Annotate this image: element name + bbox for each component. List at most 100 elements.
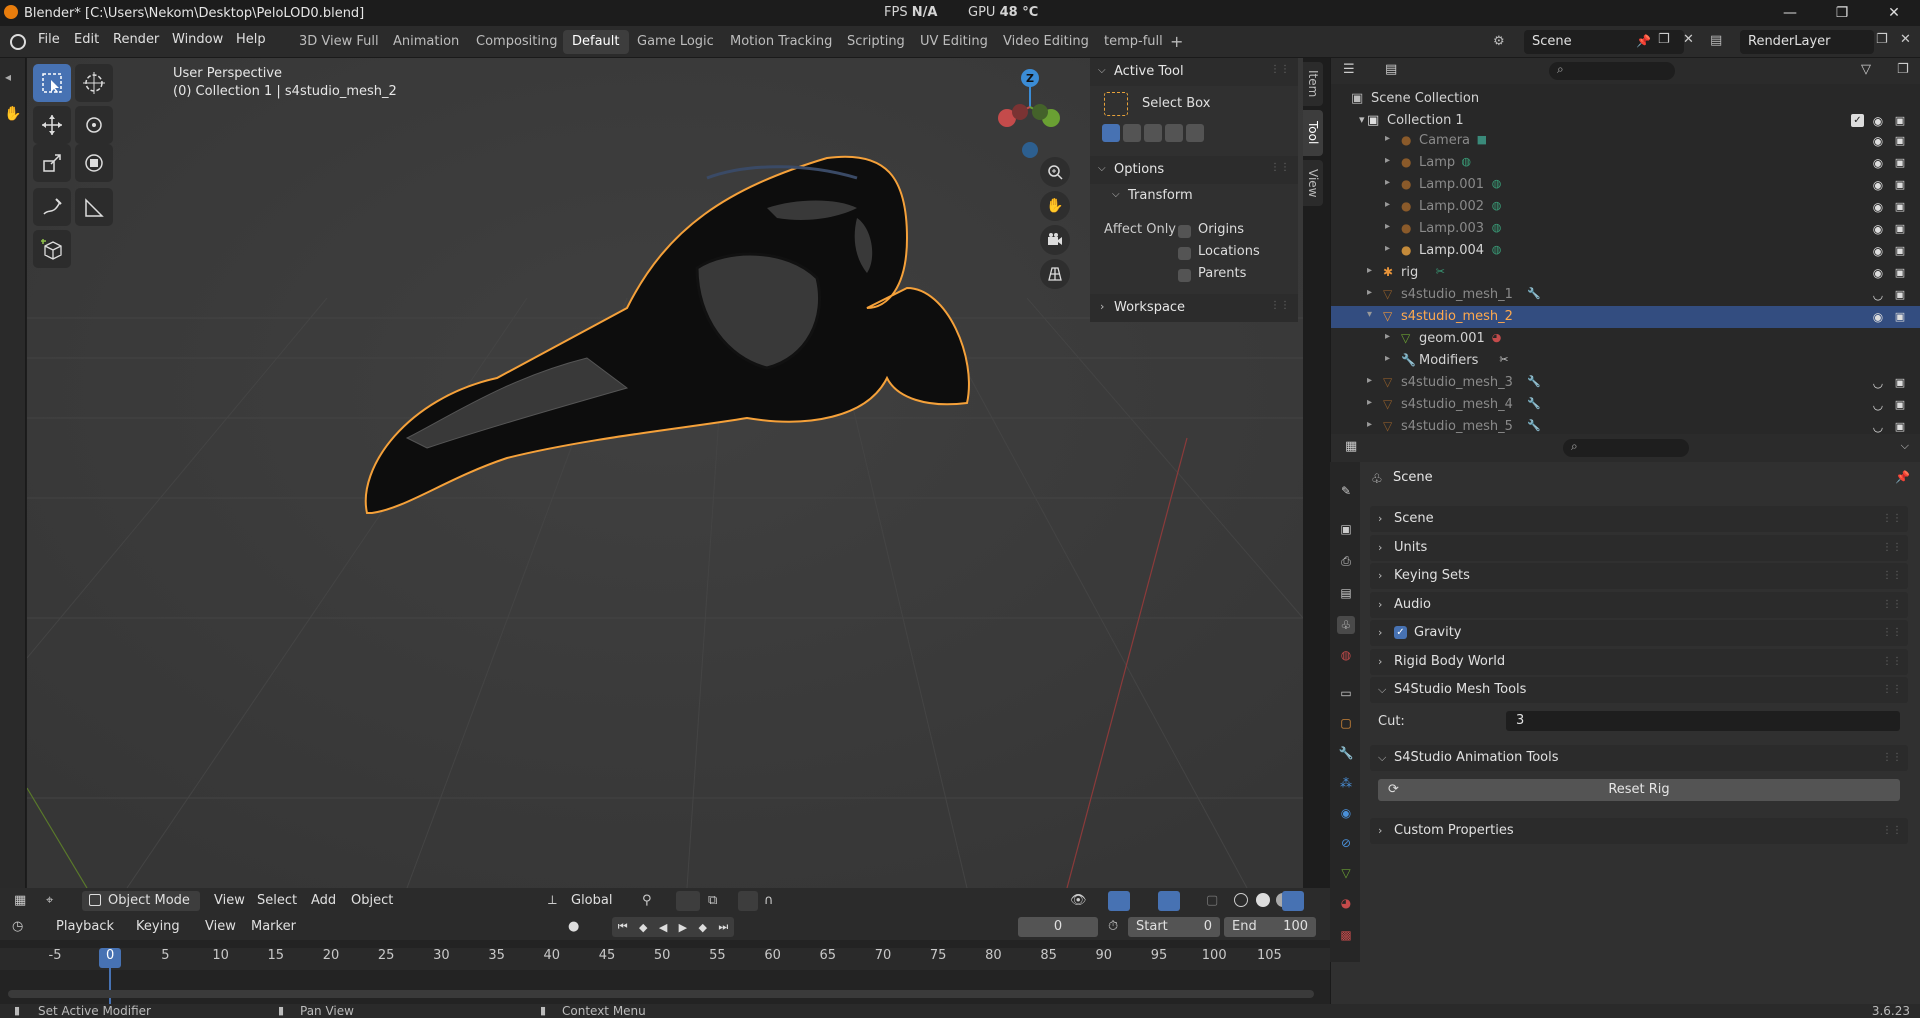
eye-icon[interactable]: ◉ [1871, 222, 1885, 236]
render-camera-icon[interactable]: ▣ [1893, 266, 1907, 280]
properties-editor-icon[interactable]: ▦ [1345, 439, 1357, 454]
tab-3d-view-full[interactable]: 3D View Full [290, 30, 388, 54]
physics-tab-icon[interactable]: ◉ [1337, 804, 1355, 822]
render-camera-icon[interactable]: ▣ [1893, 244, 1907, 258]
options-section[interactable]: ⌵ Options ⋮⋮ [1090, 156, 1298, 184]
chevron-right-icon[interactable]: ▸ [1385, 353, 1390, 364]
panel-section-scene[interactable]: › Scene ⋮⋮ [1370, 506, 1908, 532]
overlay-toggle-icon[interactable] [1158, 891, 1180, 911]
blender-menu-icon[interactable] [10, 34, 26, 50]
drag-handle-icon[interactable]: ⋮⋮ [1882, 745, 1902, 771]
menu-select[interactable]: Select [257, 893, 297, 908]
chevron-right-icon[interactable]: ▸ [1367, 397, 1372, 408]
panel-section-audio[interactable]: › Audio ⋮⋮ [1370, 592, 1908, 618]
eye-icon[interactable]: ◡ [1871, 398, 1885, 412]
outliner-editor-icon[interactable]: ☰ [1343, 62, 1355, 77]
scene-tab-icon[interactable]: ♧ [1337, 616, 1355, 634]
outliner-row[interactable]: ▾ ▣ Collection 1 ✓ ◉ ▣ [1331, 110, 1920, 132]
data-icon[interactable]: ◍ [1461, 155, 1471, 168]
proportional-edit-icon[interactable] [738, 891, 758, 911]
data-icon[interactable]: ✂ [1499, 353, 1508, 366]
data-icon[interactable]: ◍ [1492, 243, 1502, 256]
renderlayer-browse-icon[interactable]: ▤ [1710, 33, 1722, 48]
chevron-right-icon[interactable]: ▸ [1385, 199, 1390, 210]
drag-handle-icon[interactable]: ⋮⋮ [1882, 620, 1902, 646]
menu-file[interactable]: File [38, 32, 60, 47]
eye-icon[interactable]: ◉ [1871, 266, 1885, 280]
mode-difference-icon[interactable] [1165, 124, 1183, 142]
jump-start-icon[interactable]: ⏮ [618, 920, 628, 934]
chevron-right-icon[interactable]: ▾ [1367, 309, 1372, 320]
eye-icon[interactable]: ◡ [1871, 420, 1885, 434]
timeline-editor-icon[interactable]: ◷ [12, 919, 23, 934]
world-tab-icon[interactable]: ◍ [1337, 646, 1355, 664]
outliner-row[interactable]: ▸ ▽ geom.001 ◕ [1331, 328, 1920, 350]
panel-section-gravity[interactable]: › ✓ Gravity ⋮⋮ [1370, 620, 1908, 646]
pin-icon[interactable]: 📌 [1895, 470, 1910, 484]
wireframe-shading-icon[interactable] [1234, 893, 1248, 907]
render-camera-icon[interactable]: ▣ [1893, 222, 1907, 236]
marker-menu[interactable]: Marker [251, 919, 296, 934]
close-button[interactable]: ✕ [1868, 0, 1920, 26]
tab-temp-full[interactable]: temp-full [1095, 30, 1172, 54]
drag-handle-icon[interactable]: ⋮⋮ [1270, 64, 1290, 75]
tab-video-editing[interactable]: Video Editing [994, 30, 1098, 54]
keying-menu[interactable]: Keying [136, 919, 180, 934]
jump-end-icon[interactable]: ⏭ [718, 920, 728, 934]
scale-tool[interactable] [33, 144, 71, 182]
delete-scene-icon[interactable]: ✕ [1683, 32, 1694, 47]
menu-view[interactable]: View [214, 893, 245, 908]
locations-checkbox[interactable] [1178, 246, 1191, 261]
drag-handle-icon[interactable]: ⋮⋮ [1270, 162, 1290, 173]
chevron-right-icon[interactable]: ▸ [1367, 287, 1372, 298]
menu-object[interactable]: Object [351, 893, 393, 908]
next-keyframe-icon[interactable]: ◆ [699, 921, 707, 934]
visibility-icon[interactable]: 👁 [1070, 893, 1087, 908]
outliner-search-input[interactable]: ⌕ [1549, 62, 1675, 80]
render-camera-icon[interactable]: ▣ [1893, 114, 1907, 128]
outliner-row[interactable]: ▸ ● Lamp.001 ◍ ◉ ▣ [1331, 174, 1920, 196]
mode-intersect-icon[interactable] [1186, 124, 1204, 142]
render-camera-icon[interactable]: ▣ [1893, 288, 1907, 302]
chevron-right-icon[interactable]: ▸ [1385, 221, 1390, 232]
play-reverse-icon[interactable]: ◀ [659, 921, 667, 934]
texture-tab-icon[interactable]: ▩ [1337, 926, 1355, 944]
drag-handle-icon[interactable]: ⋮⋮ [1882, 535, 1902, 561]
active-tool-section[interactable]: ⌵ Active Tool ⋮⋮ [1090, 58, 1298, 86]
object-tab-icon[interactable]: ▢ [1337, 714, 1355, 732]
tool-settings-icon[interactable]: ⌖ [46, 893, 53, 908]
end-frame-field[interactable]: End 100 [1224, 917, 1316, 937]
modifier-tab-icon[interactable]: 🔧 [1337, 744, 1355, 762]
solid-shading-icon[interactable] [1256, 893, 1270, 907]
add-cube-tool[interactable] [33, 230, 71, 268]
maximize-button[interactable]: ❐ [1816, 0, 1868, 26]
start-frame-field[interactable]: Start 0 [1128, 917, 1220, 937]
filter-icon[interactable]: ▽ [1861, 62, 1871, 77]
constraints-tab-icon[interactable]: ⊘ [1337, 834, 1355, 852]
chevron-right-icon[interactable]: ▸ [1367, 419, 1372, 430]
tab-item[interactable]: Item [1303, 62, 1323, 106]
exclude-checkbox[interactable]: ✓ [1851, 114, 1864, 127]
material-tab-icon[interactable]: ◕ [1337, 894, 1355, 912]
data-icon[interactable]: 🔧 [1527, 287, 1541, 300]
new-collection-icon[interactable]: ❐ [1897, 62, 1909, 77]
outliner-row[interactable]: ▸ ✱ rig ✂ ◉ ▣ [1331, 262, 1920, 284]
chevron-right-icon[interactable]: ▸ [1367, 265, 1372, 276]
chevron-right-icon[interactable]: ▸ [1367, 375, 1372, 386]
pin-icon[interactable]: 📌 [1636, 34, 1651, 48]
outliner-row[interactable]: ▸ ● Lamp ◍ ◉ ▣ [1331, 152, 1920, 174]
panel-section-s4studio-animation-tools[interactable]: ⌵ S4Studio Animation Tools ⋮⋮ [1370, 745, 1908, 771]
drag-handle-icon[interactable]: ⋮⋮ [1882, 563, 1902, 589]
panel-section-keying-sets[interactable]: › Keying Sets ⋮⋮ [1370, 563, 1908, 589]
eye-icon[interactable]: ◉ [1871, 156, 1885, 170]
render-tab-icon[interactable]: ▣ [1337, 520, 1355, 538]
delete-renderlayer-icon[interactable]: ✕ [1900, 32, 1911, 47]
render-camera-icon[interactable]: ▣ [1893, 310, 1907, 324]
select-box-tool[interactable] [33, 64, 71, 102]
rendered-shading-icon[interactable] [1282, 891, 1304, 911]
eye-icon[interactable]: ◉ [1871, 200, 1885, 214]
tab-motion-tracking[interactable]: Motion Tracking [721, 30, 841, 54]
tab-scripting[interactable]: Scripting [838, 30, 914, 54]
data-icon[interactable]: 🔧 [1527, 375, 1541, 388]
chevron-right-icon[interactable]: ▸ [1385, 331, 1390, 342]
